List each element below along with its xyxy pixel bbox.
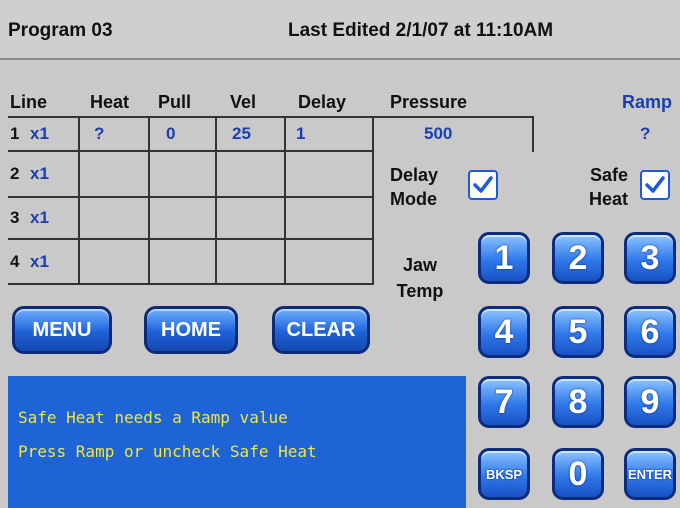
message-line-1: Safe Heat needs a Ramp value: [18, 408, 288, 427]
key-4[interactable]: 4: [478, 306, 530, 358]
col-header-heat: Heat: [90, 92, 130, 112]
jaw-temp-label: Jaw Temp: [390, 252, 450, 304]
message-line-2: Press Ramp or uncheck Safe Heat: [18, 442, 317, 461]
delay-mode-label-line1: Delay: [390, 165, 439, 185]
grid-line: [78, 116, 80, 285]
key-9[interactable]: 9: [624, 376, 676, 428]
key-5[interactable]: 5: [552, 306, 604, 358]
backspace-key[interactable]: BKSP: [478, 448, 530, 500]
row2-line-number: 2: [10, 164, 20, 183]
delay-mode-label: Delay Mode: [390, 163, 438, 211]
row1-vel-cell[interactable]: 25: [232, 124, 251, 144]
col-header-pull: Pull: [158, 92, 192, 112]
checkmark-icon: [473, 176, 493, 193]
grid-line: [8, 238, 372, 240]
last-edited-label: Last Edited 2/1/07 at 11:10AM: [288, 20, 554, 41]
clear-button[interactable]: CLEAR: [272, 306, 370, 354]
safe-heat-label-line2: Heat: [588, 189, 628, 209]
grid-line: [8, 283, 372, 285]
row3-line-number: 3: [10, 208, 20, 227]
key-3[interactable]: 3: [624, 232, 676, 284]
program-title: Program 03: [8, 20, 113, 41]
grid-line: [8, 150, 372, 152]
menu-button[interactable]: MENU: [12, 306, 112, 354]
grid-line: [284, 116, 286, 285]
jaw-temp-label-line2: Temp: [396, 281, 444, 301]
key-7[interactable]: 7: [478, 376, 530, 428]
row3-multiplier[interactable]: x1: [30, 208, 49, 228]
row4-line-number: 4: [10, 252, 20, 271]
jaw-temp-label-line1: Jaw: [402, 255, 438, 275]
grid-line: [8, 196, 372, 198]
safe-heat-checkbox[interactable]: [640, 170, 670, 200]
row1-heat-cell[interactable]: ?: [94, 124, 104, 144]
checkmark-icon: [645, 176, 665, 193]
row1-multiplier[interactable]: x1: [30, 124, 49, 144]
grid-line: [8, 116, 534, 118]
row1-ramp-cell[interactable]: ?: [640, 124, 650, 144]
row1-delay-cell[interactable]: 1: [296, 124, 305, 144]
grid-line: [215, 116, 217, 285]
key-6[interactable]: 6: [624, 306, 676, 358]
home-button[interactable]: HOME: [144, 306, 238, 354]
grid-line: [372, 116, 374, 285]
key-8[interactable]: 8: [552, 376, 604, 428]
key-1[interactable]: 1: [478, 232, 530, 284]
row4-multiplier[interactable]: x1: [30, 252, 49, 272]
ramp-button[interactable]: Ramp: [622, 92, 672, 113]
key-0[interactable]: 0: [552, 448, 604, 500]
message-panel: Safe Heat needs a Ramp value Press Ramp …: [8, 376, 466, 508]
delay-mode-checkbox[interactable]: [468, 170, 498, 200]
col-header-vel: Vel: [230, 92, 257, 112]
col-header-line: Line: [10, 92, 48, 112]
delay-mode-label-line2: Mode: [390, 189, 437, 209]
row1-pull-cell[interactable]: 0: [166, 124, 175, 144]
row1-pressure-cell[interactable]: 500: [424, 124, 452, 144]
key-2[interactable]: 2: [552, 232, 604, 284]
safe-heat-label-line1: Safe: [589, 165, 628, 185]
enter-key[interactable]: ENTER: [624, 448, 676, 500]
col-header-delay: Delay: [298, 92, 347, 112]
header-bar: Program 03 Last Edited 2/1/07 at 11:10AM: [0, 0, 680, 60]
row1-line-number: 1: [10, 124, 20, 143]
row2-multiplier[interactable]: x1: [30, 164, 49, 184]
col-header-pressure: Pressure: [390, 92, 468, 112]
grid-line: [532, 116, 534, 152]
safe-heat-label: Safe Heat: [578, 163, 628, 211]
grid-line: [148, 116, 150, 285]
